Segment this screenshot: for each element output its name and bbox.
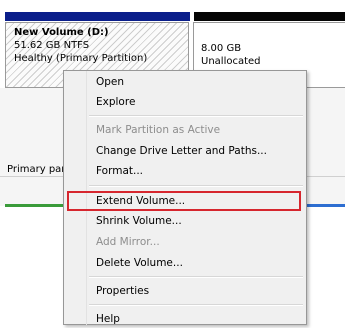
menu-item-shrink-volume[interactable]: Shrink Volume... [96, 212, 182, 230]
menu-separator [89, 115, 303, 117]
menu-separator [89, 276, 303, 278]
menu-item-add-mirror[interactable]: Add Mirror... [96, 233, 160, 251]
menu-item-properties[interactable]: Properties [96, 282, 149, 300]
legend-primary-partition: Primary par [7, 164, 66, 175]
menu-item-format[interactable]: Format... [96, 162, 143, 180]
extend-volume-highlight-box [67, 191, 301, 211]
unallocated-size: 8.00 GB [201, 43, 242, 54]
volume-status: Healthy (Primary Partition) [14, 53, 148, 64]
menu-item-explore[interactable]: Explore [96, 93, 135, 111]
menu-separator [89, 304, 303, 306]
legend-color-green [5, 204, 65, 207]
menu-item-open[interactable]: Open [96, 73, 124, 91]
unallocated-color-bar [194, 12, 345, 21]
menu-separator [89, 185, 303, 187]
volume-name: New Volume (D:) [14, 27, 109, 38]
volume-size: 51.62 GB NTFS [14, 40, 90, 51]
menu-item-help[interactable]: Help [96, 310, 120, 328]
unallocated-label: Unallocated [201, 56, 261, 67]
menu-item-delete-volume[interactable]: Delete Volume... [96, 254, 183, 272]
menu-item-mark-active[interactable]: Mark Partition as Active [96, 121, 220, 139]
primary-partition-color-bar [5, 12, 190, 21]
menu-item-change-drive-letter[interactable]: Change Drive Letter and Paths... [96, 142, 267, 160]
